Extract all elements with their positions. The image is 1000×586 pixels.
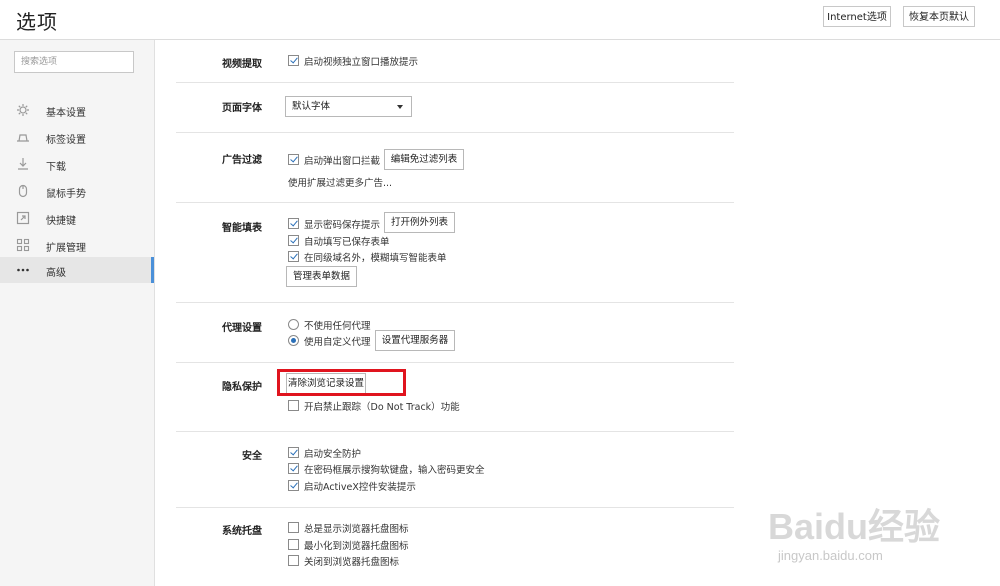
divider (176, 202, 734, 203)
security-protection-checkbox[interactable] (288, 447, 299, 458)
font-select[interactable]: 默认字体 (285, 96, 412, 117)
sidebar-item-label: 下载 (46, 162, 66, 173)
divider (176, 362, 734, 363)
video-popup-label: 启动视频独立窗口播放提示 (304, 57, 419, 68)
password-prompt-checkbox[interactable] (288, 218, 299, 229)
divider (176, 507, 734, 508)
sidebar-item-label: 快捷键 (46, 216, 76, 227)
divider (176, 431, 734, 432)
soft-keyboard-checkbox[interactable] (288, 463, 299, 474)
watermark: Baidu经验 jingyan.baidu.com (768, 498, 988, 578)
section-label-proxy: 代理设置 (222, 323, 262, 334)
video-popup-checkbox[interactable] (288, 55, 299, 66)
autofill-forms-label: 自动填写已保存表单 (304, 237, 390, 248)
section-label-privacy: 隐私保护 (222, 382, 262, 393)
section-label-tray: 系统托盘 (222, 526, 262, 537)
download-icon (18, 158, 28, 170)
watermark-url: jingyan.baidu.com (778, 548, 883, 563)
internet-options-button[interactable]: Internet选项 (823, 6, 891, 27)
gear-icon (17, 104, 29, 116)
shortcut-icon (16, 211, 30, 225)
fuzzy-fill-label: 在同级域名外，模糊填写智能表单 (304, 253, 447, 264)
highlight-box (277, 369, 406, 396)
edit-whitelist-button[interactable]: 编辑免过滤列表 (384, 149, 464, 170)
always-tray-checkbox[interactable] (288, 522, 299, 533)
watermark-logo: Baidu经验 (768, 506, 941, 547)
font-select-value: 默认字体 (292, 101, 331, 112)
close-tray-checkbox[interactable] (288, 555, 299, 566)
exceptions-list-button[interactable]: 打开例外列表 (384, 212, 455, 233)
sidebar-item-tabs[interactable]: 标签设置 (0, 124, 154, 150)
sidebar-item-label: 鼠标手势 (46, 189, 86, 200)
activex-prompt-checkbox[interactable] (288, 480, 299, 491)
password-prompt-label: 显示密码保存提示 (304, 220, 381, 231)
custom-proxy-radio[interactable] (288, 335, 299, 346)
sidebar-item-mouse-gesture[interactable]: 鼠标手势 (0, 178, 154, 204)
section-label-security: 安全 (242, 451, 262, 462)
mouse-icon (18, 184, 28, 198)
tab-icon (17, 134, 29, 142)
divider (176, 302, 734, 303)
custom-proxy-label: 使用自定义代理 (304, 337, 371, 348)
fuzzy-fill-checkbox[interactable] (288, 251, 299, 262)
sidebar-item-label: 扩展管理 (46, 243, 86, 254)
popup-block-checkbox[interactable] (288, 154, 299, 165)
divider (176, 82, 734, 83)
sidebar-item-label: 高级 (46, 268, 66, 279)
section-label-autofill: 智能填表 (222, 223, 262, 234)
page-title: 选项 (16, 10, 58, 34)
minimize-tray-label: 最小化到浏览器托盘图标 (304, 541, 409, 552)
sidebar-item-label: 基本设置 (46, 108, 86, 119)
divider (176, 132, 734, 133)
sidebar-item-label: 标签设置 (46, 135, 86, 146)
soft-keyboard-label: 在密码框展示搜狗软键盘，输入密码更安全 (304, 465, 485, 476)
sidebar: 搜索选项 基本设置 标签设置 下载 鼠标手势 快捷键 扩展管理 高级 (0, 40, 155, 586)
proxy-server-button[interactable]: 设置代理服务器 (375, 330, 455, 351)
do-not-track-label: 开启禁止跟踪（Do Not Track）功能 (304, 402, 460, 413)
minimize-tray-checkbox[interactable] (288, 539, 299, 550)
security-protection-label: 启动安全防护 (304, 449, 362, 460)
search-input[interactable]: 搜索选项 (14, 51, 134, 73)
always-tray-label: 总是显示浏览器托盘图标 (304, 524, 409, 535)
restore-default-button[interactable]: 恢复本页默认 (903, 6, 975, 27)
no-proxy-label: 不使用任何代理 (304, 321, 371, 332)
close-tray-label: 关闭到浏览器托盘图标 (304, 557, 400, 568)
section-label-font: 页面字体 (222, 103, 262, 114)
autofill-forms-checkbox[interactable] (288, 235, 299, 246)
sidebar-item-advanced[interactable]: 高级 (0, 257, 154, 283)
sidebar-item-download[interactable]: 下载 (0, 151, 154, 177)
do-not-track-checkbox[interactable] (288, 400, 299, 411)
no-proxy-radio[interactable] (288, 319, 299, 330)
title-bar: 选项 Internet选项 恢复本页默认 (0, 0, 1000, 40)
sidebar-item-extensions[interactable]: 扩展管理 (0, 232, 154, 258)
more-icon (17, 268, 29, 272)
activex-prompt-label: 启动ActiveX控件安装提示 (304, 482, 416, 493)
section-label-adblock: 广告过滤 (222, 155, 262, 166)
popup-block-label: 启动弹出窗口拦截 (304, 156, 381, 167)
extensions-icon (16, 238, 30, 252)
sidebar-item-basic[interactable]: 基本设置 (0, 97, 154, 123)
adblock-extension-note[interactable]: 使用扩展过滤更多广告... (288, 175, 392, 189)
manage-form-data-button[interactable]: 管理表单数据 (286, 266, 357, 287)
section-label-video: 视频提取 (222, 59, 262, 70)
sidebar-item-shortcuts[interactable]: 快捷键 (0, 205, 154, 231)
chevron-down-icon (397, 105, 403, 109)
